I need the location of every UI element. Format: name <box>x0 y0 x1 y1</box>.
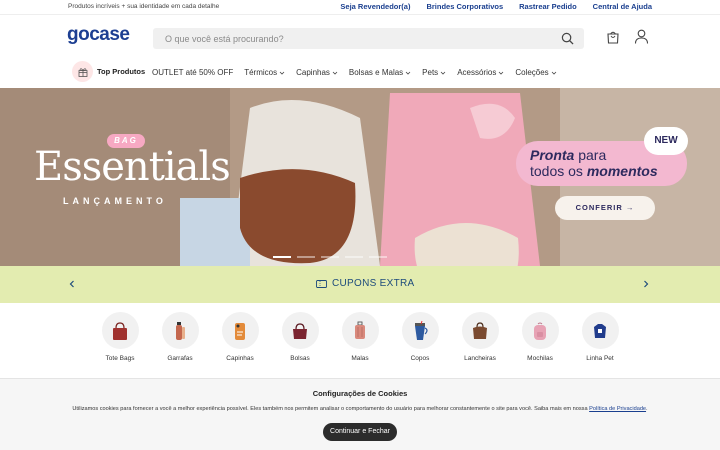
hero-title: Essentials <box>34 144 231 190</box>
pet-harness-icon <box>581 312 619 349</box>
category-handbags[interactable]: Bolsas <box>280 312 320 362</box>
handbag-icon <box>281 312 319 349</box>
chevron-down-icon <box>279 71 285 75</box>
backpack-icon <box>521 312 559 349</box>
new-badge: NEW <box>644 127 688 155</box>
link-help-center[interactable]: Central de Ajuda <box>593 2 652 11</box>
cookie-banner: Configurações de Cookies Utilizamos cook… <box>0 378 720 450</box>
chevron-left-icon[interactable] <box>68 279 76 289</box>
shopping-bag-icon[interactable] <box>606 30 620 44</box>
coupon-label-text: CUPONS EXTRA <box>332 278 415 289</box>
bottle-icon <box>161 312 199 349</box>
tagline: Produtos incríveis + sua identidade em c… <box>68 3 220 10</box>
category-label: Garrafas <box>167 355 193 362</box>
page: Produtos incríveis + sua identidade em c… <box>0 0 720 450</box>
continue-close-button[interactable]: Continuar e Fechar <box>323 423 397 441</box>
nav-item-label: Bolsas e Malas <box>348 68 404 77</box>
category-backpacks[interactable]: Mochilas <box>520 312 560 362</box>
nav-item-label: OUTLET até 50% OFF <box>152 68 234 77</box>
category-label: Bolsas <box>290 355 310 362</box>
category-label: Copos <box>410 355 430 362</box>
phone-case-icon <box>221 312 259 349</box>
nav-item-outlet[interactable]: OUTLET até 50% OFF <box>152 68 233 77</box>
nav-item-cases[interactable]: Capinhas <box>296 68 338 77</box>
carousel-dot[interactable] <box>369 256 387 258</box>
nav-item-label: Coleções <box>515 68 549 77</box>
luggage-icon <box>341 312 379 349</box>
coupon-label[interactable]: CUPONS EXTRA <box>316 278 415 289</box>
privacy-policy-link[interactable]: Política de Privacidade <box>589 406 646 412</box>
cookie-text: Utilizamos cookies para fornecer a você … <box>72 406 648 412</box>
category-cups[interactable]: Copos <box>400 312 440 362</box>
top-bar: Produtos incríveis + sua identidade em c… <box>0 0 720 15</box>
category-luggage[interactable]: Malas <box>340 312 380 362</box>
lunchbox-icon <box>461 312 499 349</box>
category-lunchboxes[interactable]: Lancheiras <box>460 312 500 362</box>
top-links: Seja Revendedor(a) Brindes Corporativos … <box>340 2 652 11</box>
promo-line-2-bold: momentos <box>586 163 658 179</box>
promo-line-2-rest: todos os <box>530 163 587 179</box>
link-reseller[interactable]: Seja Revendedor(a) <box>340 2 410 11</box>
chevron-down-icon <box>332 71 338 75</box>
nav-item-label: Acessórios <box>457 68 497 77</box>
category-pet-line[interactable]: Linha Pet <box>580 312 620 362</box>
category-label: Tote Bags <box>105 355 135 362</box>
cookie-text-body: Utilizamos cookies para fornecer a você … <box>72 406 590 412</box>
promo-line-1-bold: Pronta <box>530 147 575 163</box>
conferir-button[interactable]: CONFERIR → <box>555 196 655 220</box>
nav-top-products[interactable]: Top Produtos <box>72 61 145 82</box>
carousel-dots <box>273 256 387 258</box>
nav-item-bags[interactable]: Bolsas e Malas <box>349 68 411 77</box>
nav-item-collections[interactable]: Coleções <box>515 68 556 77</box>
carousel-dot[interactable] <box>273 256 291 258</box>
header: gocase <box>0 15 720 59</box>
category-label: Mochilas <box>527 355 553 362</box>
tote-bag-icon <box>101 312 139 349</box>
carousel-dot[interactable] <box>345 256 363 258</box>
promo-line-1-rest: para <box>574 147 607 163</box>
hero-banner[interactable]: BAG Essentials LANÇAMENTO Pronta para to… <box>0 88 720 266</box>
cup-icon <box>401 312 439 349</box>
nav-item-label: Térmicos <box>244 68 278 77</box>
category-label: Malas <box>351 355 369 362</box>
top-products-label: Top Produtos <box>97 67 146 76</box>
promo-line-1: Pronta para <box>530 147 606 163</box>
category-list: Tote Bags Garrafas Capinhas Bolsas Malas… <box>100 312 620 362</box>
category-label: Capinhas <box>226 355 254 362</box>
search-icon[interactable] <box>561 32 574 45</box>
user-icon[interactable] <box>634 29 649 44</box>
main-nav: Top Produtos OUTLET até 50% OFF Térmicos… <box>0 59 720 88</box>
chevron-down-icon <box>499 71 504 75</box>
nav-item-thermal[interactable]: Térmicos <box>244 68 285 77</box>
chevron-down-icon <box>405 71 411 75</box>
coupon-bar: CUPONS EXTRA <box>0 266 720 303</box>
ticket-icon <box>316 279 327 288</box>
search-input[interactable] <box>165 28 545 49</box>
category-tote-bags[interactable]: Tote Bags <box>100 312 140 362</box>
nav-item-label: Capinhas <box>296 68 330 77</box>
nav-item-pets[interactable]: Pets <box>422 68 446 77</box>
promo-line-2: todos os momentos <box>530 163 658 179</box>
chevron-right-icon[interactable] <box>642 279 650 289</box>
nav-items: OUTLET até 50% OFF Térmicos Capinhas Bol… <box>152 68 557 77</box>
carousel-dot[interactable] <box>321 256 339 258</box>
gift-icon <box>72 61 93 82</box>
category-bottles[interactable]: Garrafas <box>160 312 200 362</box>
category-cases[interactable]: Capinhas <box>220 312 260 362</box>
link-track-order[interactable]: Rastrear Pedido <box>519 2 577 11</box>
hero-subtitle: LANÇAMENTO <box>63 196 167 206</box>
chevron-down-icon <box>551 71 556 75</box>
cookie-title: Configurações de Cookies <box>312 389 408 398</box>
link-corporate-gifts[interactable]: Brindes Corporativos <box>426 2 503 11</box>
nav-item-accessories[interactable]: Acessórios <box>457 68 504 77</box>
logo[interactable]: gocase <box>67 24 130 46</box>
nav-item-label: Pets <box>422 68 439 77</box>
category-label: Linha Pet <box>586 355 614 362</box>
search-bar <box>153 28 584 49</box>
carousel-dot[interactable] <box>297 256 315 258</box>
category-label: Lancheiras <box>464 355 496 362</box>
chevron-down-icon <box>440 71 446 75</box>
